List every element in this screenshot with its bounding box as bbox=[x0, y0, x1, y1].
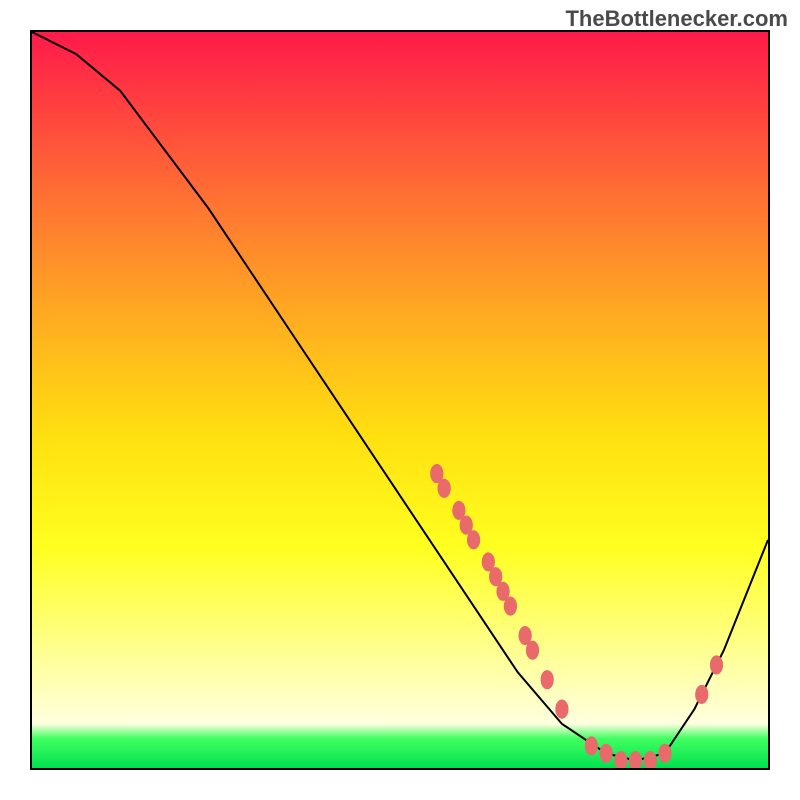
main-curve bbox=[32, 32, 768, 761]
data-point bbox=[585, 736, 598, 755]
data-point bbox=[658, 744, 671, 763]
data-point bbox=[526, 641, 539, 660]
watermark-text: TheBottlenecker.com bbox=[565, 6, 788, 32]
data-point bbox=[629, 751, 642, 768]
data-point bbox=[467, 530, 480, 549]
data-markers bbox=[430, 464, 723, 768]
data-point bbox=[599, 744, 612, 763]
data-point bbox=[695, 685, 708, 704]
data-point bbox=[644, 751, 657, 768]
data-point bbox=[710, 655, 723, 674]
chart-area bbox=[30, 30, 770, 770]
data-point bbox=[555, 700, 568, 719]
data-point bbox=[504, 597, 517, 616]
data-point bbox=[614, 751, 627, 768]
chart-svg bbox=[32, 32, 768, 768]
data-point bbox=[438, 479, 451, 498]
data-point bbox=[541, 670, 554, 689]
